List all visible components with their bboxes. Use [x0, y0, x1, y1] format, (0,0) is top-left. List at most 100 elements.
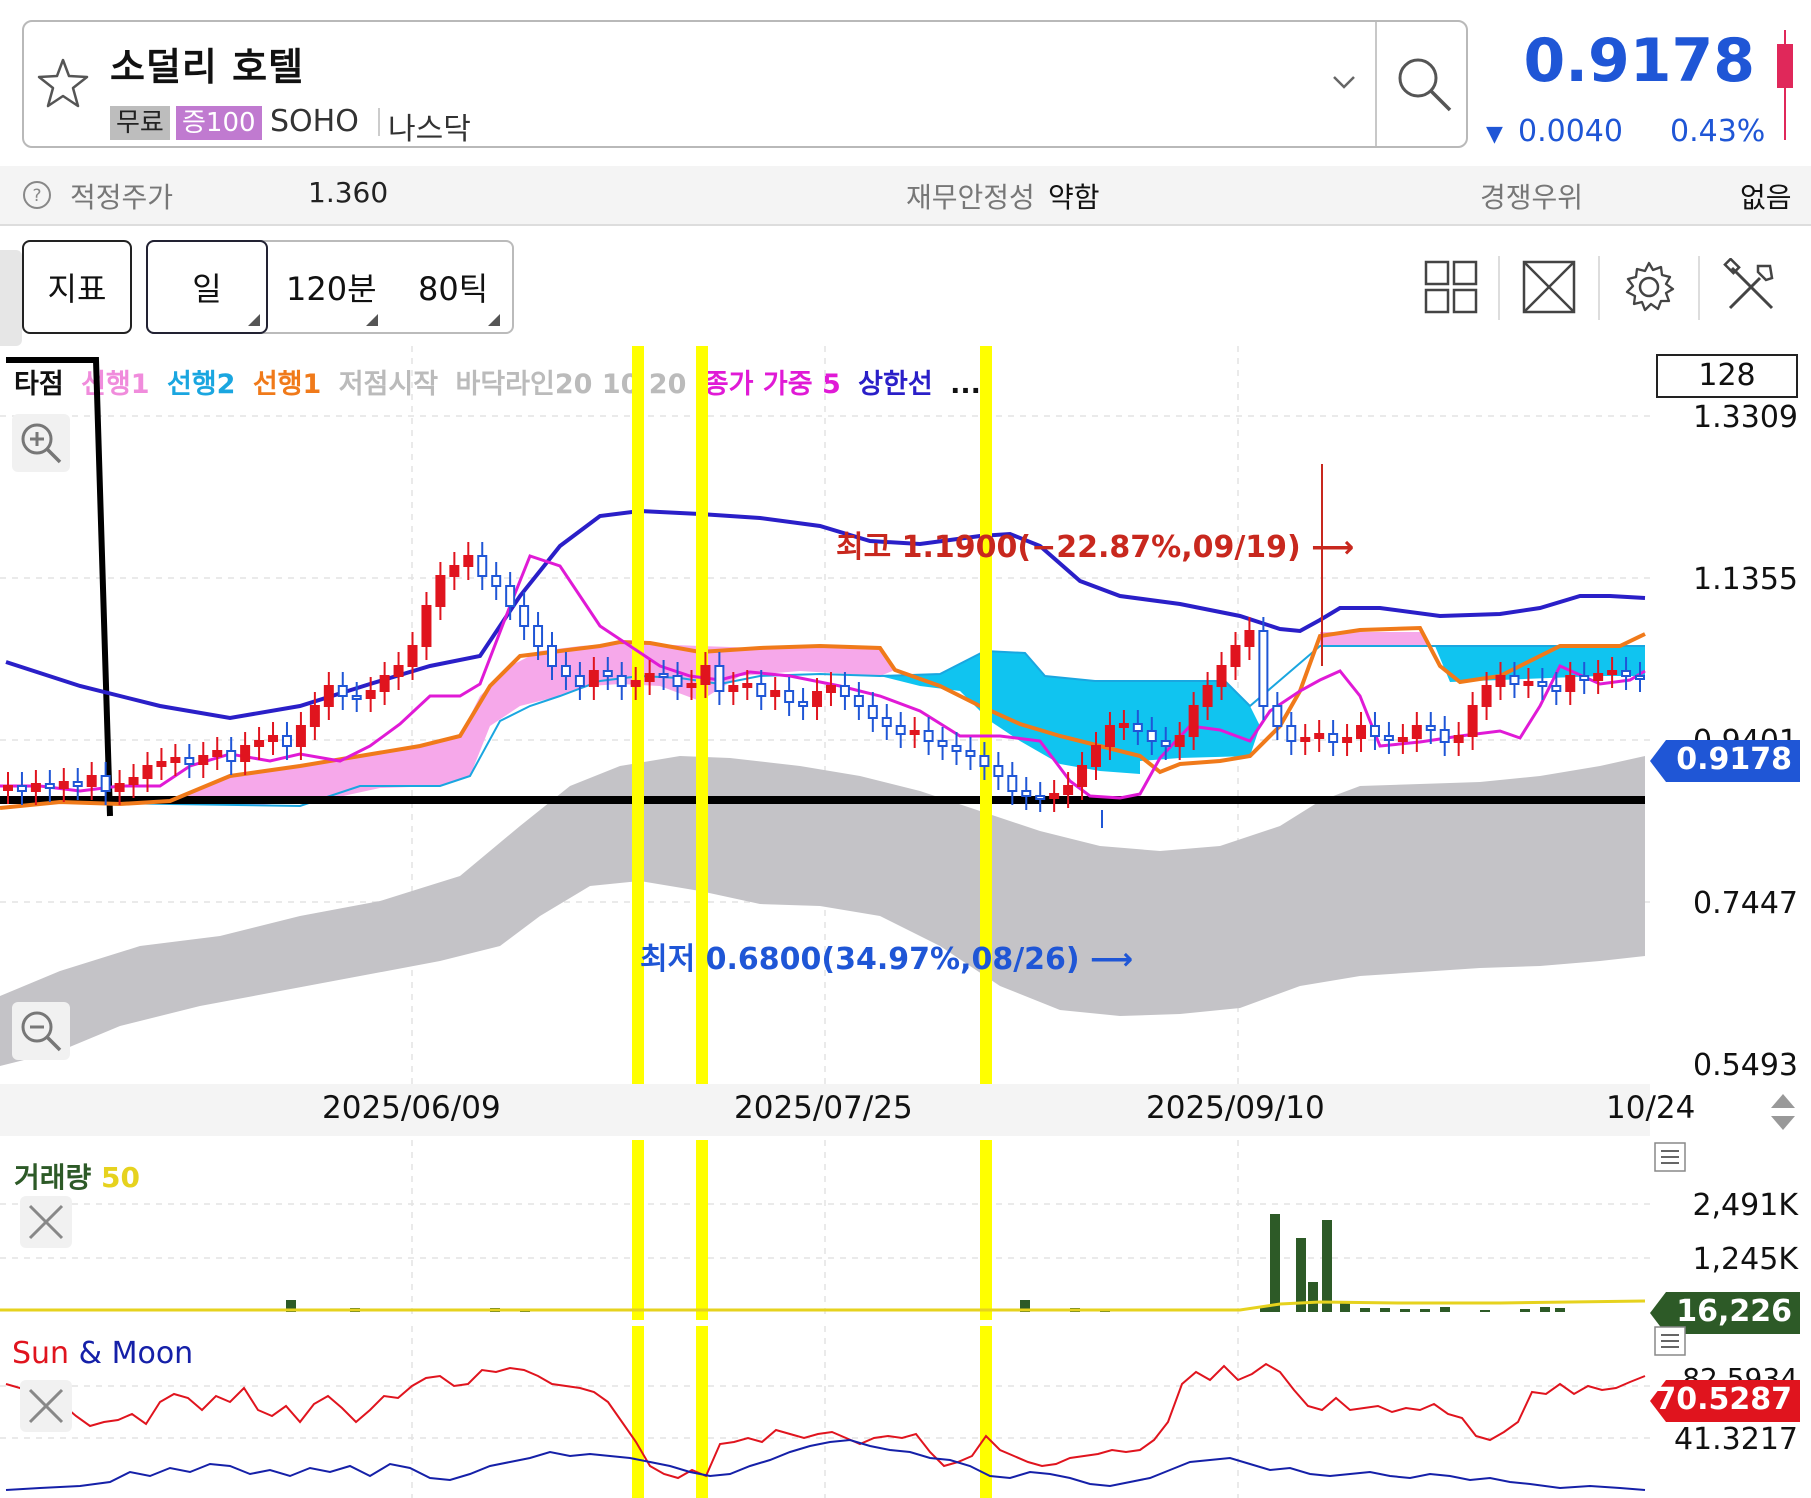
- cloud-blue: [880, 651, 1260, 774]
- candle-body: [226, 750, 237, 762]
- change-down-icon: ▼: [1486, 122, 1503, 147]
- zoom-in-icon[interactable]: [12, 414, 70, 472]
- volume-period: 50: [101, 1161, 140, 1194]
- candle-body: [895, 725, 906, 735]
- search-icon[interactable]: [1392, 52, 1456, 116]
- candle-body: [867, 705, 878, 719]
- chevron-down-icon[interactable]: [1330, 72, 1358, 92]
- zoom-out-icon[interactable]: [12, 1002, 70, 1060]
- candle-body: [1035, 795, 1046, 800]
- candle-body: [1104, 725, 1115, 747]
- candle-body: [463, 555, 474, 567]
- candle-body: [686, 683, 697, 688]
- time-axis-label: 2025/09/10: [1146, 1090, 1325, 1126]
- candle-body: [1063, 785, 1074, 795]
- candle-body: [951, 745, 962, 752]
- candle-body: [965, 750, 976, 757]
- candle-body: [1551, 685, 1562, 692]
- help-icon[interactable]: ?: [22, 180, 52, 210]
- candle-body: [351, 695, 362, 700]
- close-sun-moon-icon[interactable]: [20, 1380, 72, 1432]
- candle-body: [505, 585, 516, 607]
- time-axis-label: 10/24: [1606, 1090, 1696, 1126]
- grid-layout-icon[interactable]: [1422, 258, 1480, 316]
- candle-body: [128, 777, 139, 785]
- volume-menu-icon[interactable]: [1654, 1142, 1686, 1172]
- mini-candle-icon: [1777, 30, 1793, 140]
- bar-count-box[interactable]: 128: [1656, 354, 1798, 398]
- candle-body: [170, 757, 181, 763]
- candle-body: [1146, 730, 1157, 742]
- candle-body: [86, 775, 97, 787]
- fullscreen-icon[interactable]: [1520, 258, 1578, 316]
- star-icon[interactable]: [36, 56, 90, 110]
- time-axis-label: 2025/06/09: [322, 1090, 501, 1126]
- 120min-options-corner: [366, 314, 378, 326]
- candle-body: [1132, 723, 1143, 732]
- toolbar-divider: [1698, 256, 1700, 320]
- candle-body: [393, 665, 404, 677]
- sun-current-value: 70.5287: [1655, 1382, 1792, 1417]
- candle-body: [533, 625, 544, 647]
- sun-moon-chart[interactable]: [0, 1326, 1650, 1498]
- indicator-button[interactable]: 지표: [22, 240, 132, 334]
- candle-body: [3, 785, 13, 791]
- volume-bar: [1308, 1282, 1318, 1312]
- candle-body: [742, 683, 753, 688]
- candle-body: [923, 730, 934, 742]
- volume-bar: [1400, 1309, 1410, 1312]
- candle-body: [1160, 740, 1171, 747]
- last-price: 0.9178: [1523, 26, 1755, 96]
- candle-body: [588, 670, 599, 687]
- sun-moon-panel-title: Sun & Moon: [12, 1336, 193, 1371]
- period-120min-button[interactable]: 120분: [286, 240, 377, 334]
- candle-body: [519, 605, 530, 627]
- candle-body: [198, 755, 209, 765]
- tools-icon[interactable]: [1722, 258, 1780, 316]
- period-80tick-button[interactable]: 80틱: [418, 240, 488, 334]
- time-axis-label: 2025/07/25: [734, 1090, 913, 1126]
- candle-body: [1565, 675, 1576, 692]
- volume-axis-label: 2,491K: [1692, 1188, 1798, 1223]
- volume-bar: [1520, 1309, 1530, 1312]
- candle-body: [1495, 675, 1506, 687]
- candle-body: [1021, 790, 1032, 797]
- volume-panel-title: 거래량 50: [14, 1156, 140, 1196]
- candle-body: [825, 685, 836, 693]
- fair-value: 1.360: [308, 176, 389, 209]
- candle-body: [812, 691, 823, 707]
- title-amp: &: [78, 1336, 103, 1371]
- candle-body: [1202, 685, 1213, 707]
- candle-body: [798, 701, 809, 707]
- candle-body: [421, 605, 432, 647]
- candle-body: [449, 565, 460, 577]
- candle-body: [435, 575, 446, 607]
- exchange-name: 나스닥: [388, 112, 471, 147]
- candle-body: [1356, 725, 1367, 739]
- side-panel-handle[interactable]: [0, 250, 22, 346]
- candle-body: [881, 717, 892, 727]
- candle-body: [560, 665, 571, 677]
- candle-body: [1049, 793, 1060, 799]
- candle-body: [1091, 745, 1101, 767]
- candle-body: [309, 705, 320, 727]
- volume-bar: [1322, 1220, 1332, 1312]
- cloud-blue-2: [1435, 646, 1645, 682]
- low-annotation: 최저 0.6800(34.97%,08/26) ⟶: [640, 942, 1134, 977]
- toolbar-divider: [1498, 256, 1500, 320]
- candle-body: [1425, 725, 1436, 731]
- candle-body: [728, 685, 739, 692]
- free-badge: 무료: [110, 106, 170, 140]
- sun-moon-menu-icon[interactable]: [1654, 1326, 1686, 1356]
- candle-body: [379, 675, 390, 692]
- candle-body: [672, 675, 683, 687]
- close-volume-icon[interactable]: [20, 1196, 72, 1248]
- competitive-advantage-value: 없음: [1740, 181, 1792, 214]
- candle-body: [1118, 723, 1129, 728]
- candle-body: [1593, 673, 1604, 681]
- exchange-divider: [378, 108, 380, 136]
- settings-gear-icon[interactable]: [1620, 258, 1678, 316]
- candle-body: [644, 673, 655, 682]
- volume-chart[interactable]: [0, 1140, 1650, 1320]
- axis-scroll-icon[interactable]: [1766, 1090, 1800, 1134]
